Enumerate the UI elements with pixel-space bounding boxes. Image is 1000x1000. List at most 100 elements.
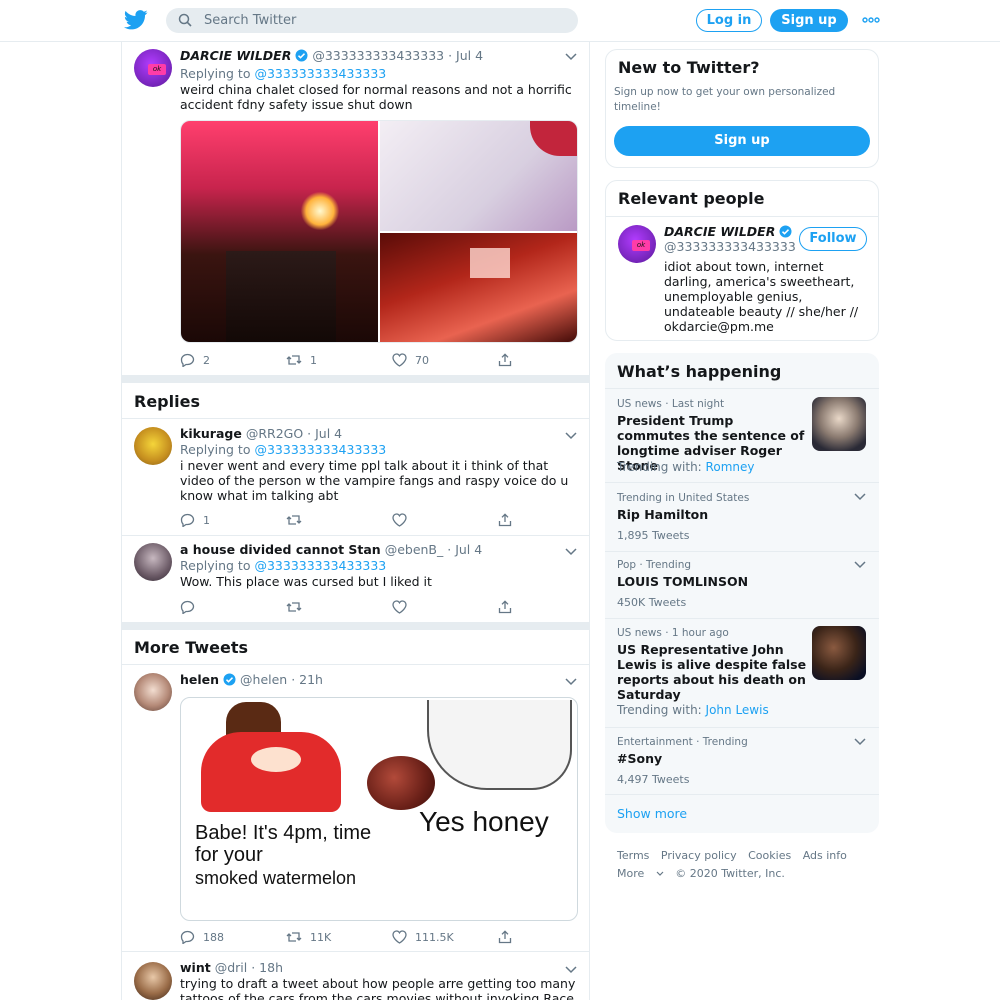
retweet-icon [286, 602, 302, 612]
trend-item[interactable]: Pop · Trending LOUIS TOMLINSON 450K Twee… [605, 552, 879, 618]
terms-link[interactable]: Terms [617, 849, 649, 862]
search-input[interactable] [204, 9, 564, 31]
reply-tweet[interactable]: kikurage @RR2GO · Jul 4 Replying to @333… [122, 419, 589, 535]
retweet-button[interactable]: 1 [286, 352, 317, 368]
replying-to-link[interactable]: @333333333433333 [254, 442, 386, 457]
signup-button[interactable]: Sign up [614, 126, 870, 156]
avatar[interactable] [134, 543, 172, 581]
signup-button[interactable]: Sign up [770, 9, 848, 32]
avatar[interactable] [134, 427, 172, 465]
ads-info-link[interactable]: Ads info [803, 849, 847, 862]
whats-happening-card: What’s happening US news · Last night Pr… [605, 353, 879, 833]
tweet-date[interactable]: · 18h [251, 960, 283, 975]
privacy-link[interactable]: Privacy policy [661, 849, 737, 862]
chevron-down-icon[interactable] [565, 53, 577, 61]
tweet-photo-grid[interactable] [180, 120, 578, 343]
footer-links: Terms Privacy policy Cookies Ads info [617, 849, 855, 862]
avatar[interactable] [134, 962, 172, 1000]
person-name[interactable]: DARCIE WILDER [664, 224, 775, 239]
retweet-button[interactable] [286, 599, 302, 615]
retweet-button[interactable] [286, 512, 302, 528]
tweet-date[interactable]: · 21h [291, 672, 323, 687]
follow-button[interactable]: Follow [799, 227, 867, 251]
avatar[interactable]: ok [134, 49, 172, 87]
trend-item[interactable]: US news · 1 hour ago US Representative J… [605, 619, 879, 727]
reply-button[interactable]: 188 [180, 929, 224, 945]
tweet-date[interactable]: · Jul 4 [447, 542, 482, 557]
tweet-header: kikurage @RR2GO · Jul 4 [180, 426, 342, 441]
retweet-icon [286, 355, 302, 365]
author-handle[interactable]: @dril [215, 960, 248, 975]
trend-count: 1,895 Tweets [617, 529, 690, 542]
trend-count: 4,497 Tweets [617, 773, 690, 786]
author-name[interactable]: helen [180, 672, 219, 687]
tweet-actions: 2 1 70 [180, 352, 520, 368]
retweet-button[interactable]: 11K [286, 929, 331, 945]
trend-title: US Representative John Lewis is alive de… [617, 642, 807, 702]
card-title: New to Twitter? [618, 58, 760, 77]
person-handle[interactable]: @333333333433333 [664, 239, 796, 254]
login-button[interactable]: Log in [696, 9, 762, 32]
author-handle[interactable]: @333333333433333 [312, 48, 444, 63]
chevron-down-icon[interactable] [854, 561, 866, 569]
reply-icon [180, 930, 195, 944]
search-box[interactable] [166, 8, 578, 33]
more-options-icon[interactable] [862, 15, 880, 25]
trend-meta: Entertainment · Trending [617, 736, 748, 748]
trend-item[interactable]: US news · Last night President Trump com… [605, 389, 879, 482]
author-name[interactable]: kikurage [180, 426, 242, 441]
trend-thumbnail [812, 397, 866, 451]
trend-with-link[interactable]: Romney [706, 460, 755, 474]
trend-subtitle: Trending with: John Lewis [617, 703, 769, 717]
chevron-down-icon[interactable] [854, 738, 866, 746]
show-more-link[interactable]: Show more [617, 806, 687, 821]
tweet-photo[interactable] [181, 121, 378, 342]
tweet-date[interactable]: · Jul 4 [448, 48, 483, 63]
author-name[interactable]: DARCIE WILDER [180, 48, 291, 63]
chevron-down-icon[interactable] [565, 548, 577, 556]
twitter-bird-icon[interactable] [124, 9, 148, 31]
tweet-photo[interactable] [380, 233, 577, 342]
reply-tweet[interactable]: a house divided cannot Stan @ebenB_ · Ju… [122, 536, 589, 622]
like-button[interactable] [392, 599, 407, 615]
chevron-down-icon[interactable] [854, 493, 866, 501]
cookies-link[interactable]: Cookies [748, 849, 791, 862]
reply-button[interactable] [180, 599, 195, 615]
author-handle[interactable]: @helen [240, 672, 287, 687]
chevron-down-icon[interactable] [565, 432, 577, 440]
share-button[interactable] [498, 929, 512, 945]
share-icon [498, 930, 512, 944]
more-tweet[interactable]: wint @dril · 18h trying to draft a tweet… [122, 952, 589, 1000]
heart-icon [392, 930, 407, 944]
author-name[interactable]: wint [180, 960, 211, 975]
trend-with-link[interactable]: John Lewis [706, 703, 769, 717]
main-tweet[interactable]: ok DARCIE WILDER @333333333433333 · Jul … [122, 42, 589, 375]
heart-icon [392, 600, 407, 614]
verified-badge-icon [779, 225, 792, 238]
chevron-down-icon[interactable] [565, 966, 577, 974]
trend-item[interactable]: Entertainment · Trending #Sony 4,497 Twe… [605, 728, 879, 794]
share-button[interactable] [498, 512, 512, 528]
trend-item[interactable]: Trending in United States Rip Hamilton 1… [605, 483, 879, 551]
like-button[interactable]: 111.5K [392, 929, 454, 945]
chevron-down-icon[interactable] [565, 678, 577, 686]
more-link[interactable]: More [617, 867, 664, 880]
avatar[interactable]: ok [618, 225, 656, 263]
share-button[interactable] [498, 352, 512, 368]
like-button[interactable]: 70 [392, 352, 429, 368]
avatar[interactable] [134, 673, 172, 711]
author-handle[interactable]: @ebenB_ [385, 542, 444, 557]
tweet-image-meme[interactable]: Babe! It's 4pm, time for your smoked wat… [180, 697, 578, 921]
author-name[interactable]: a house divided cannot Stan [180, 542, 381, 557]
reply-icon [180, 353, 195, 367]
share-button[interactable] [498, 599, 512, 615]
replying-to-link[interactable]: @333333333433333 [254, 558, 386, 573]
author-handle[interactable]: @RR2GO [246, 426, 303, 441]
tweet-photo[interactable] [380, 121, 577, 231]
replying-to-link[interactable]: @333333333433333 [254, 66, 386, 81]
reply-button[interactable]: 2 [180, 352, 210, 368]
tweet-date[interactable]: · Jul 4 [307, 426, 342, 441]
like-button[interactable] [392, 512, 407, 528]
reply-button[interactable]: 1 [180, 512, 210, 528]
more-tweet[interactable]: helen @helen · 21h Babe! It's 4pm, time … [122, 665, 589, 951]
